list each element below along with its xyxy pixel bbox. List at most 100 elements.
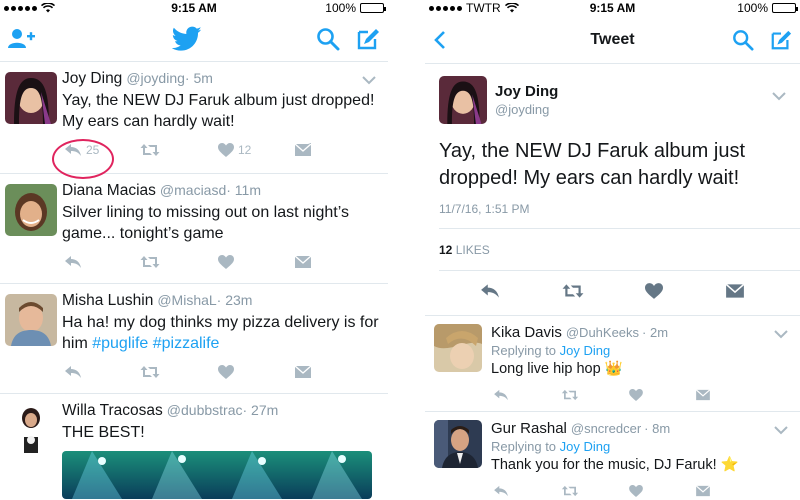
timeline-tweet[interactable]: Diana Macias @maciasd · 11m Silver linin… <box>0 174 388 284</box>
tweet-actions <box>62 362 380 382</box>
back-icon[interactable] <box>433 30 447 50</box>
like-button[interactable] <box>218 365 294 379</box>
retweet-button[interactable] <box>140 365 218 379</box>
timeline-tweet[interactable]: Misha Lushin @MishaL · 23m Ha ha! my dog… <box>0 284 388 394</box>
reply-button[interactable] <box>493 389 561 401</box>
tweet-author-name[interactable]: Misha Lushin <box>62 292 153 310</box>
chevron-down-icon[interactable] <box>362 72 376 90</box>
reply-icon <box>480 283 499 298</box>
like-button[interactable] <box>629 485 695 497</box>
likes-summary[interactable]: 12 LIKES <box>439 229 800 271</box>
chevron-down-icon[interactable] <box>774 422 788 440</box>
retweet-icon <box>561 389 579 401</box>
compose-icon[interactable] <box>356 27 380 51</box>
tweet-time: · 11m <box>226 182 261 198</box>
tweet-time: · 27m <box>242 402 279 418</box>
tweet-detail: Joy Ding @joyding Yay, the NEW DJ Faruk … <box>425 64 800 316</box>
tweet-actions <box>62 252 380 272</box>
reply-button[interactable] <box>493 485 561 497</box>
tweet-author-handle[interactable]: @maciasd <box>160 182 226 198</box>
battery-percent: 100% <box>737 1 768 15</box>
message-button[interactable] <box>695 485 711 497</box>
reply-button[interactable] <box>480 283 500 304</box>
retweet-icon <box>140 256 160 268</box>
wifi-icon <box>41 3 55 13</box>
compose-icon[interactable] <box>770 29 792 51</box>
hashtag-link[interactable]: #pizzalife <box>153 335 220 352</box>
status-bar: 9:15 AM 100% <box>0 0 388 16</box>
replying-to-link[interactable]: Joy Ding <box>560 343 611 358</box>
tweet-author-name[interactable]: Diana Macias <box>62 182 156 200</box>
avatar[interactable] <box>439 76 487 124</box>
retweet-icon <box>140 144 160 156</box>
message-icon <box>695 485 711 497</box>
reply-icon <box>494 485 508 497</box>
hashtag-link[interactable]: #puglife <box>92 335 148 352</box>
like-button[interactable] <box>645 282 664 304</box>
tweet-author-handle[interactable]: @joyding <box>495 102 558 117</box>
timeline-tweet[interactable]: Willa Tracosas @dubbstrac · 27m THE BEST… <box>0 394 388 500</box>
like-button[interactable] <box>218 255 294 269</box>
retweet-button[interactable] <box>140 143 218 157</box>
replying-to: Replying to Joy Ding <box>491 439 792 454</box>
tweet-author-handle[interactable]: @DuhKeeks <box>566 325 639 340</box>
tweet-time: · 5m <box>184 70 213 86</box>
avatar[interactable] <box>434 324 482 372</box>
status-time: 9:15 AM <box>171 1 217 15</box>
tweet-author-handle[interactable]: @joyding <box>126 70 185 86</box>
message-button[interactable] <box>695 389 711 401</box>
retweet-button[interactable] <box>561 485 629 497</box>
message-icon <box>725 283 745 298</box>
message-button[interactable] <box>294 365 312 379</box>
tweet-text: Thank you for the music, DJ Faruk! ⭐ <box>491 457 739 473</box>
like-button[interactable] <box>629 389 695 401</box>
avatar[interactable] <box>5 72 57 124</box>
avatar[interactable] <box>5 404 57 456</box>
like-button[interactable]: 12 <box>218 143 294 157</box>
avatar[interactable] <box>5 294 57 346</box>
tweet-author-name[interactable]: Joy Ding <box>495 83 558 100</box>
status-time: 9:15 AM <box>589 1 636 15</box>
like-count: 12 <box>238 143 252 157</box>
reply-tweet[interactable]: Kika Davis @DuhKeeks · 2m Replying to Jo… <box>425 316 800 412</box>
avatar[interactable] <box>434 420 482 468</box>
tweet-author-handle[interactable]: @sncredcer <box>571 421 641 436</box>
timeline-screen: 9:15 AM 100% Joy Ding @joyding · 5m Yay,… <box>0 0 388 500</box>
message-button[interactable] <box>725 283 745 304</box>
tweet-author-name[interactable]: Willa Tracosas <box>62 402 163 420</box>
replying-prefix: Replying to <box>491 439 557 454</box>
replying-to-link[interactable]: Joy Ding <box>560 439 611 454</box>
tweet-author-handle[interactable]: @MishaL <box>157 292 216 308</box>
retweet-button[interactable] <box>561 389 629 401</box>
reply-button[interactable] <box>64 365 140 379</box>
avatar[interactable] <box>5 184 57 236</box>
message-button[interactable] <box>294 255 312 269</box>
reply-tweet[interactable]: Gur Rashal @sncredcer · 8m Replying to J… <box>425 412 800 500</box>
tweet-media-image[interactable] <box>62 451 372 499</box>
retweet-button[interactable] <box>562 283 584 304</box>
message-icon <box>695 389 711 401</box>
chevron-down-icon[interactable] <box>772 88 786 106</box>
message-icon <box>294 365 312 378</box>
tweet-actions <box>439 271 786 315</box>
like-icon <box>218 143 234 157</box>
likes-count: 12 <box>439 243 453 257</box>
chevron-down-icon[interactable] <box>774 326 788 344</box>
like-icon <box>218 255 234 269</box>
message-icon <box>294 143 312 156</box>
message-button[interactable] <box>294 143 312 157</box>
battery-icon <box>360 3 386 13</box>
tweet-author-name[interactable]: Joy Ding <box>62 70 122 88</box>
add-user-icon[interactable] <box>8 28 36 50</box>
tweet-time: · 2m <box>642 325 669 340</box>
search-icon[interactable] <box>732 29 754 51</box>
tweet-author-handle[interactable]: @dubbstrac <box>167 402 243 418</box>
retweet-button[interactable] <box>140 255 218 269</box>
reply-icon <box>494 389 508 401</box>
search-icon[interactable] <box>316 27 340 51</box>
reply-button[interactable] <box>64 255 140 269</box>
tweet-author-name[interactable]: Gur Rashal <box>491 420 567 437</box>
highlight-circle <box>52 139 114 179</box>
reply-icon <box>65 366 81 378</box>
tweet-author-name[interactable]: Kika Davis <box>491 324 562 341</box>
